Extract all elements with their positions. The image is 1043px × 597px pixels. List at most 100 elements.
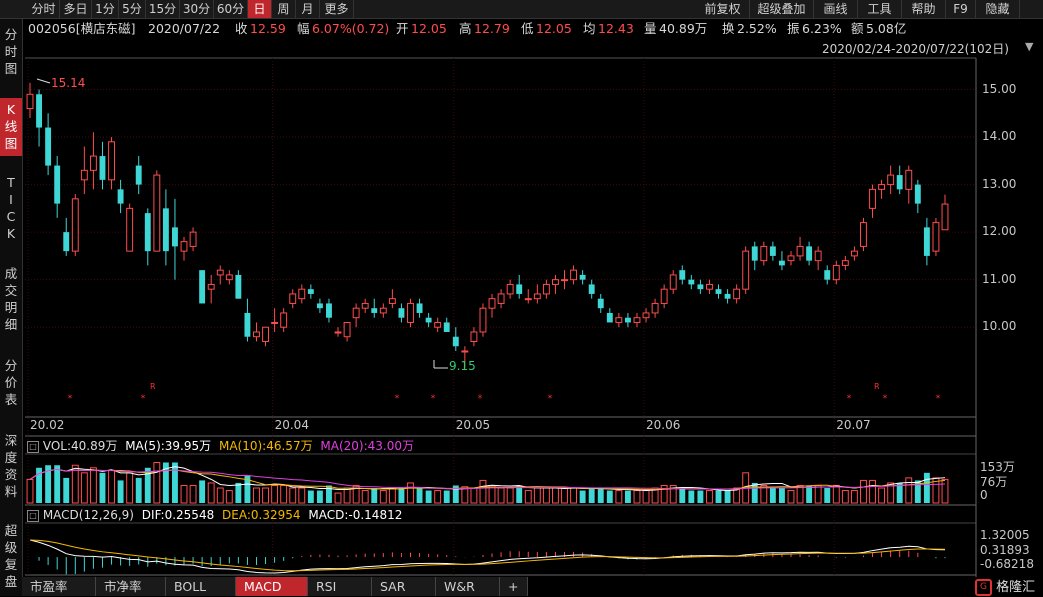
candle-body[interactable] xyxy=(253,331,260,338)
candle-body[interactable] xyxy=(669,274,677,290)
candle-body[interactable] xyxy=(244,312,251,337)
candle-body[interactable] xyxy=(869,188,876,209)
candle-body[interactable] xyxy=(470,331,478,342)
candle-body[interactable] xyxy=(180,241,188,252)
candle-body[interactable] xyxy=(941,203,949,231)
candle-body[interactable] xyxy=(135,165,142,185)
candle-body[interactable] xyxy=(887,174,895,186)
candle-body[interactable] xyxy=(706,283,713,290)
candle-body[interactable] xyxy=(289,293,297,304)
left-tab-2[interactable]: T I C K xyxy=(0,171,22,251)
candle-body[interactable] xyxy=(434,321,442,328)
candle-body[interactable] xyxy=(307,289,314,294)
indicator-tab-0[interactable]: 市盈率 xyxy=(22,577,96,596)
period-9[interactable]: 月 xyxy=(296,0,320,18)
candle-body[interactable] xyxy=(271,321,279,324)
candle-body[interactable] xyxy=(172,227,178,247)
toolbar-right-2[interactable]: 画线 xyxy=(814,0,858,18)
candle-body[interactable] xyxy=(633,317,641,323)
toolbar-right-6[interactable]: 隐藏 xyxy=(976,0,1020,18)
period-7[interactable]: 日 xyxy=(248,0,272,18)
candle-body[interactable] xyxy=(162,208,169,252)
candle-body[interactable] xyxy=(806,246,813,261)
candle-body[interactable] xyxy=(388,298,396,304)
candle-body[interactable] xyxy=(814,250,822,262)
candle-body[interactable] xyxy=(36,94,43,128)
indicator-tab-5[interactable]: SAR xyxy=(372,577,436,596)
candle-body[interactable] xyxy=(407,302,414,323)
candle-body[interactable] xyxy=(778,260,785,266)
candle-body[interactable] xyxy=(488,298,496,309)
left-tab-0[interactable]: 分 时 图 xyxy=(0,23,22,79)
candle-body[interactable] xyxy=(724,293,731,299)
candle-body[interactable] xyxy=(742,250,750,290)
toolbar-right-1[interactable]: 超级叠加 xyxy=(750,0,814,18)
candle-body[interactable] xyxy=(461,350,469,353)
candle-body[interactable] xyxy=(579,274,586,280)
candle-body[interactable] xyxy=(850,250,858,257)
candle-body[interactable] xyxy=(361,302,369,309)
candle-body[interactable] xyxy=(189,231,197,247)
candle-body[interactable] xyxy=(216,269,224,276)
date-range-label[interactable]: 2020/02/24-2020/07/22(102日) xyxy=(822,40,1009,57)
candle-body[interactable] xyxy=(751,246,758,261)
macd-settings-icon[interactable]: □ xyxy=(27,509,39,522)
candle-body[interactable] xyxy=(542,283,550,295)
candle-body[interactable] xyxy=(533,293,541,300)
period-4[interactable]: 15分 xyxy=(146,0,180,18)
indicator-tab-4[interactable]: RSI xyxy=(308,577,372,596)
candle-body[interactable] xyxy=(497,293,505,304)
period-2[interactable]: 1分 xyxy=(92,0,119,18)
candle-body[interactable] xyxy=(63,232,70,252)
candle-body[interactable] xyxy=(932,222,940,252)
period-1[interactable]: 多日 xyxy=(60,0,92,18)
candle-body[interactable] xyxy=(760,245,768,262)
candle-body[interactable] xyxy=(597,298,604,309)
left-tab-3[interactable]: 成 交 明 细 xyxy=(0,262,22,344)
range-dropdown-icon[interactable]: ▼ xyxy=(1025,40,1033,53)
toolbar-right-3[interactable]: 工具 xyxy=(858,0,902,18)
candle-body[interactable] xyxy=(878,184,886,190)
candle-body[interactable] xyxy=(262,326,269,342)
candle-body[interactable] xyxy=(298,288,306,300)
candle-body[interactable] xyxy=(352,307,360,319)
candle-body[interactable] xyxy=(108,141,115,181)
candle-body[interactable] xyxy=(26,93,34,110)
candle-body[interactable] xyxy=(923,227,930,256)
toolbar-right-4[interactable]: 帮助 xyxy=(902,0,946,18)
indicator-tab-6[interactable]: W&R xyxy=(436,577,500,596)
candle-body[interactable] xyxy=(506,283,514,295)
candle-body[interactable] xyxy=(398,308,405,318)
candle-body[interactable] xyxy=(443,322,450,332)
candle-body[interactable] xyxy=(615,317,623,323)
candle-body[interactable] xyxy=(326,303,332,318)
candle-body[interactable] xyxy=(117,189,124,204)
candle-body[interactable] xyxy=(561,279,568,282)
candle-body[interactable] xyxy=(199,270,206,304)
left-tab-5[interactable]: 深 度 资 料 xyxy=(0,429,22,509)
candle-body[interactable] xyxy=(651,302,659,314)
candle-body[interactable] xyxy=(207,283,215,290)
candle-body[interactable] xyxy=(416,303,423,313)
candle-body[interactable] xyxy=(905,169,913,190)
toolbar-right-0[interactable]: 前复权 xyxy=(696,0,750,18)
candle-body[interactable] xyxy=(688,279,695,285)
candle-body[interactable] xyxy=(89,155,97,171)
candle-body[interactable] xyxy=(860,222,867,247)
indicator-tab-1[interactable]: 市净率 xyxy=(96,577,166,596)
candle-body[interactable] xyxy=(697,284,704,290)
period-3[interactable]: 5分 xyxy=(119,0,146,18)
candle-body[interactable] xyxy=(225,274,233,281)
candle-body[interactable] xyxy=(126,207,134,252)
candle-body[interactable] xyxy=(787,255,795,262)
period-6[interactable]: 60分 xyxy=(214,0,248,18)
period-5[interactable]: 30分 xyxy=(180,0,214,18)
candle-body[interactable] xyxy=(45,127,52,166)
candle-body[interactable] xyxy=(425,317,432,323)
candle-body[interactable] xyxy=(832,264,840,281)
candle-body[interactable] xyxy=(371,308,378,313)
candle-body[interactable] xyxy=(679,270,686,280)
candle-body[interactable] xyxy=(769,246,776,256)
period-10[interactable]: 更多 xyxy=(320,0,354,18)
candle-body[interactable] xyxy=(71,198,79,252)
